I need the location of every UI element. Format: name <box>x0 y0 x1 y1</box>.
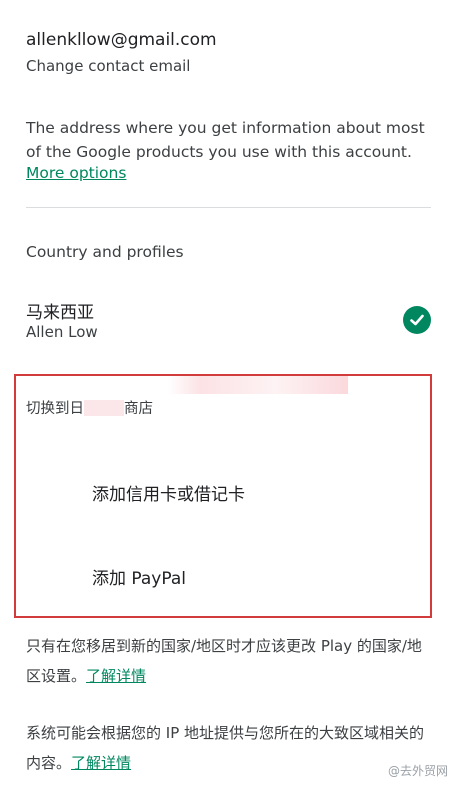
account-description-text: The address where you get information ab… <box>26 119 425 161</box>
redaction-smear <box>168 376 348 394</box>
country-change-note: 只有在您移居到新的国家/地区时才应该更改 Play 的国家/地区设置。了解详情 <box>26 631 436 691</box>
country-profiles-title: Country and profiles <box>26 243 184 261</box>
profile-name: Allen Low <box>26 323 98 341</box>
section-divider <box>26 207 431 208</box>
watermark: @去外贸网 <box>387 764 448 778</box>
switch-store-option[interactable]: 切换到日 商店 <box>26 397 153 418</box>
add-paypal-button[interactable]: 添加 PayPal <box>92 564 186 589</box>
check-circle-icon <box>403 306 431 334</box>
more-options-link[interactable]: More options <box>26 164 126 182</box>
redacted-text <box>84 400 124 416</box>
switch-store-prefix: 切换到日 <box>26 401 84 417</box>
account-description: The address where you get information ab… <box>26 116 431 164</box>
add-card-button[interactable]: 添加信用卡或借记卡 <box>92 480 245 505</box>
ip-content-note: 系统可能会根据您的 IP 地址提供与您所在的大致区域相关的内容。了解详情 <box>26 718 436 778</box>
account-email: allenkllow@gmail.com <box>26 30 217 50</box>
learn-more-link[interactable]: 了解详情 <box>86 667 146 685</box>
switch-store-suffix: 商店 <box>124 401 153 417</box>
current-country[interactable]: 马来西亚 <box>26 298 94 323</box>
change-contact-email-link[interactable]: Change contact email <box>26 57 190 75</box>
learn-more-link[interactable]: 了解详情 <box>71 754 131 772</box>
